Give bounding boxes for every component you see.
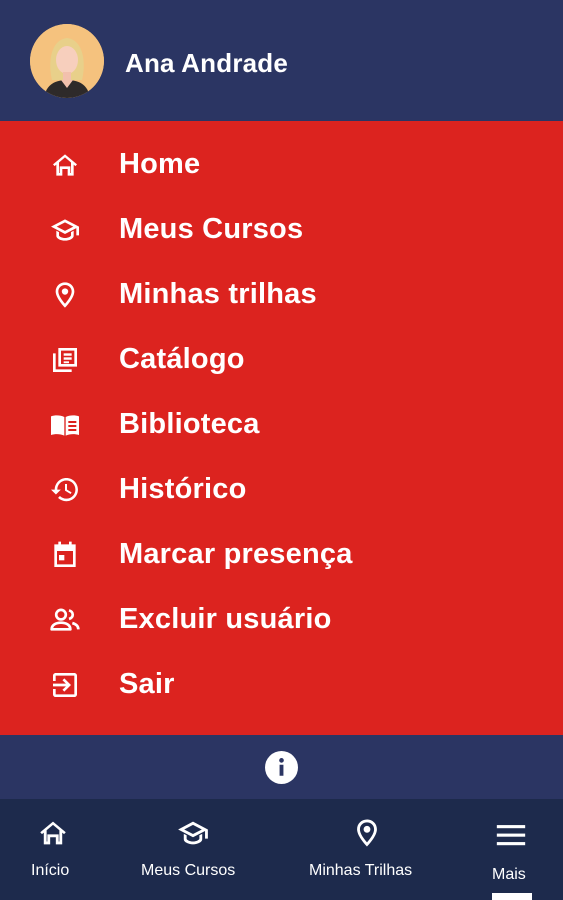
menu-item-label: Excluir usuário bbox=[119, 603, 332, 635]
menu-item-home[interactable]: Home bbox=[0, 132, 563, 197]
book-icon bbox=[48, 408, 82, 442]
active-tab-indicator bbox=[492, 893, 532, 900]
menu-item-sair[interactable]: Sair bbox=[0, 652, 563, 717]
menu-item-historico[interactable]: Histórico bbox=[0, 457, 563, 522]
avatar[interactable] bbox=[30, 24, 104, 98]
drawer-menu: Home Meus Cursos Minhas trilhas Catálogo… bbox=[0, 121, 563, 735]
nav-item-label: Minhas Trilhas bbox=[309, 862, 413, 879]
users-icon bbox=[48, 603, 82, 637]
calendar-icon bbox=[48, 538, 82, 572]
location-pin-icon bbox=[357, 819, 377, 847]
history-icon bbox=[48, 473, 82, 507]
menu-item-label: Sair bbox=[119, 668, 175, 700]
menu-item-meus-cursos[interactable]: Meus Cursos bbox=[0, 197, 563, 262]
menu-item-excluir-usuario[interactable]: Excluir usuário bbox=[0, 587, 563, 652]
menu-item-label: Home bbox=[119, 148, 201, 180]
bottom-navigation: Início Meus Cursos Minhas Trilhas Mais bbox=[0, 799, 563, 900]
catalog-icon bbox=[48, 343, 82, 377]
logout-icon bbox=[48, 668, 82, 702]
info-bar bbox=[0, 735, 563, 799]
menu-item-minhas-trilhas[interactable]: Minhas trilhas bbox=[0, 262, 563, 327]
hamburger-menu-icon bbox=[496, 825, 526, 846]
menu-item-label: Meus Cursos bbox=[119, 213, 304, 245]
location-pin-icon bbox=[48, 278, 82, 312]
menu-item-label: Minhas trilhas bbox=[119, 278, 317, 310]
menu-item-catalogo[interactable]: Catálogo bbox=[0, 327, 563, 392]
home-icon bbox=[48, 148, 82, 182]
info-icon[interactable] bbox=[265, 751, 298, 784]
menu-item-label: Catálogo bbox=[119, 343, 245, 375]
avatar-icon bbox=[30, 24, 104, 98]
menu-item-marcar-presenca[interactable]: Marcar presença bbox=[0, 522, 563, 587]
nav-item-mais[interactable]: Mais bbox=[474, 799, 552, 900]
nav-item-label: Início bbox=[31, 862, 70, 879]
menu-item-biblioteca[interactable]: Biblioteca bbox=[0, 392, 563, 457]
drawer-header: Ana Andrade bbox=[0, 0, 563, 121]
graduation-cap-icon bbox=[48, 213, 82, 247]
nav-item-label: Mais bbox=[492, 866, 526, 883]
menu-item-label: Histórico bbox=[119, 473, 247, 505]
user-name: Ana Andrade bbox=[125, 48, 289, 78]
nav-item-meus-cursos[interactable]: Meus Cursos bbox=[104, 799, 284, 900]
nav-item-label: Meus Cursos bbox=[141, 862, 236, 879]
home-icon bbox=[40, 821, 66, 845]
menu-item-label: Marcar presença bbox=[119, 538, 353, 570]
graduation-cap-icon bbox=[178, 821, 208, 845]
nav-item-inicio[interactable]: Início bbox=[0, 799, 104, 900]
menu-item-label: Biblioteca bbox=[119, 408, 260, 440]
nav-item-minhas-trilhas[interactable]: Minhas Trilhas bbox=[284, 799, 454, 900]
